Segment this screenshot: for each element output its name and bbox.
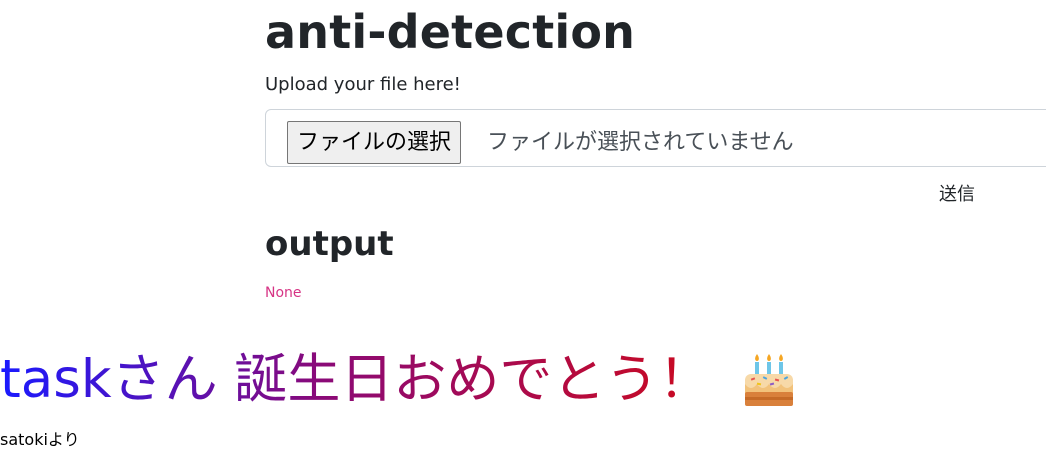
file-status-text: ファイルが選択されていません — [487, 130, 794, 155]
file-input[interactable]: ファイルの選択 ファイルが選択されていません — [265, 109, 1046, 167]
greeting-text: taskさん 誕生日おめでとう！ — [0, 340, 711, 420]
upload-label: Upload your file here! — [265, 74, 461, 95]
choose-file-button[interactable]: ファイルの選択 — [287, 121, 462, 164]
page: anti-detection Upload your file here! ファ… — [0, 0, 1046, 473]
submit-button[interactable]: 送信 — [930, 181, 984, 207]
output-heading: output — [265, 224, 394, 264]
output-value: None — [265, 285, 302, 301]
birthday-greeting: taskさん 誕生日おめでとう！ — [0, 340, 801, 420]
signature: satokiより — [0, 430, 80, 449]
birthday-cake-icon — [737, 348, 801, 412]
page-title: anti-detection — [265, 5, 636, 59]
